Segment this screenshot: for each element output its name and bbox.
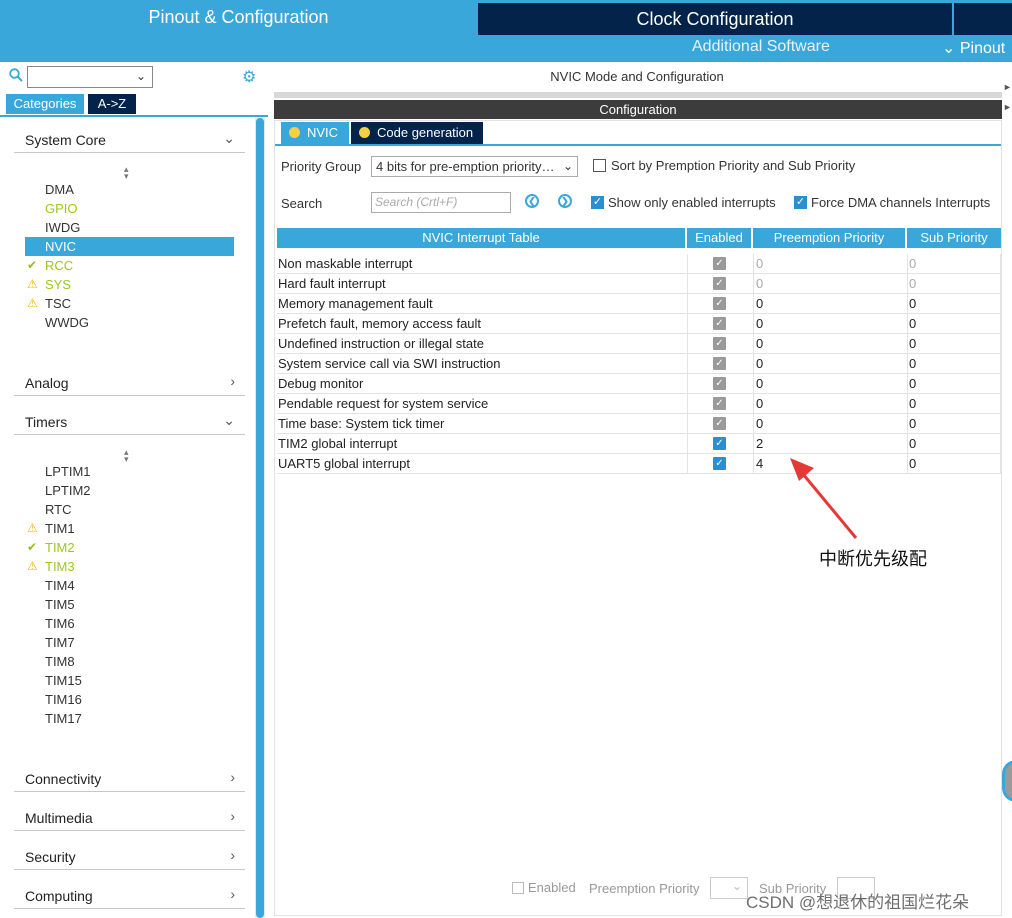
watermark: CSDN @想退休的祖国烂花朵 <box>746 893 970 912</box>
section-connectivity[interactable]: Connectivity › <box>14 768 245 792</box>
tab-more[interactable] <box>954 3 1012 35</box>
sidebar-item-tim6[interactable]: TIM6 <box>25 614 234 633</box>
tab-clock-configuration[interactable]: Clock Configuration <box>478 3 952 35</box>
additional-software-link[interactable]: Additional Software <box>692 38 830 56</box>
bottom-enabled-label: Enabled <box>528 880 576 895</box>
section-computing[interactable]: Computing › <box>14 885 245 909</box>
sort-arrows-icon[interactable]: ▴ ▾ <box>124 165 129 181</box>
item-label: TIM1 <box>45 521 75 536</box>
annotation-text: 中断优先级配 <box>819 549 927 569</box>
chevron-down-icon: ⌄ <box>223 130 235 146</box>
sidebar-item-sys[interactable]: ⚠ SYS <box>25 275 234 294</box>
section-label: System Core <box>25 132 106 148</box>
section-label: Multimedia <box>25 810 93 826</box>
chevron-down-icon: ⌄ <box>942 40 956 57</box>
item-label: RCC <box>45 258 74 273</box>
item-label: TIM2 <box>45 540 75 555</box>
section-label: Security <box>25 849 76 865</box>
chevron-right-icon: › <box>230 886 235 902</box>
sidebar-item-lptim1[interactable]: LPTIM1 <box>25 462 234 481</box>
check-icon: ✔ <box>27 540 38 554</box>
sidebar-item-nvic[interactable]: NVIC <box>25 237 234 256</box>
pinout-menu[interactable]: ⌄ Pinout <box>942 38 1005 58</box>
chevron-down-icon: ⌄ <box>731 879 742 893</box>
item-label: TSC <box>45 296 71 311</box>
sidebar-item-tim8[interactable]: TIM8 <box>25 652 234 671</box>
search-combo[interactable]: ⌄ <box>27 66 153 88</box>
item-label: SYS <box>45 277 72 292</box>
section-label: Timers <box>25 414 68 430</box>
sidebar-item-rtc[interactable]: RTC <box>25 500 234 519</box>
tab-categories[interactable]: Categories <box>6 94 84 114</box>
sidebar-item-tim2[interactable]: ✔ TIM2 <box>25 538 234 557</box>
gear-icon[interactable]: ⚙ <box>242 67 256 87</box>
chevron-right-icon: › <box>230 808 235 824</box>
sidebar-item-tim15[interactable]: TIM15 <box>25 671 234 690</box>
sidebar-item-tim16[interactable]: TIM16 <box>25 690 234 709</box>
sidebar-item-tim1[interactable]: ⚠ TIM1 <box>25 519 234 538</box>
sidebar-item-dma[interactable]: DMA <box>25 180 234 199</box>
sidebar-item-tim7[interactable]: TIM7 <box>25 633 234 652</box>
sidebar-item-tim17[interactable]: TIM17 <box>25 709 234 728</box>
sidebar-item-wwdg[interactable]: WWDG <box>25 313 234 332</box>
sidebar-item-lptim2[interactable]: LPTIM2 <box>25 481 234 500</box>
annotation-arrow-icon <box>790 458 858 539</box>
warning-icon: ⚠ <box>27 521 38 535</box>
chevron-right-icon: › <box>230 847 235 863</box>
chevron-down-icon: ⌄ <box>135 69 146 83</box>
chevron-right-icon: › <box>230 769 235 785</box>
check-icon: ✔ <box>27 258 38 272</box>
sidebar-item-tim3[interactable]: ⚠ TIM3 <box>25 557 234 576</box>
main-panel: NVIC Mode and Configuration Configuratio… <box>268 62 1012 918</box>
section-system-core[interactable]: System Core ⌄ <box>14 129 245 153</box>
scroll-handle[interactable] <box>1002 760 1012 802</box>
scrollbar-thumb[interactable] <box>256 118 264 918</box>
bottom-preemption-label: Preemption Priority <box>589 881 700 896</box>
bottom-enabled-checkbox[interactable] <box>512 882 524 894</box>
sidebar-item-tsc[interactable]: ⚠ TSC <box>25 294 234 313</box>
sidebar-item-gpio[interactable]: GPIO <box>25 199 234 218</box>
chevron-right-icon: › <box>230 373 235 389</box>
warning-icon: ⚠ <box>27 296 38 310</box>
section-label: Connectivity <box>25 771 102 787</box>
divider <box>0 115 268 117</box>
section-label: Analog <box>25 375 69 391</box>
chevron-down-icon: ⌄ <box>223 412 235 428</box>
sidebar-item-tim5[interactable]: TIM5 <box>25 595 234 614</box>
left-panel: ⌄ ⚙ Categories A->Z System Core ⌄ ▴ ▾ DMA… <box>0 62 268 918</box>
top-navigation: Pinout & Configuration Clock Configurati… <box>0 0 1012 62</box>
section-multimedia[interactable]: Multimedia › <box>14 807 245 831</box>
bottom-preemption-select[interactable]: ⌄ <box>710 877 748 899</box>
warning-icon: ⚠ <box>27 559 38 573</box>
sidebar-item-tim4[interactable]: TIM4 <box>25 576 234 595</box>
search-icon[interactable] <box>9 68 23 82</box>
section-security[interactable]: Security › <box>14 846 245 870</box>
tab-pinout-configuration[interactable]: Pinout & Configuration <box>0 0 477 35</box>
warning-icon: ⚠ <box>27 277 38 291</box>
tab-a-z[interactable]: A->Z <box>88 94 136 114</box>
section-analog[interactable]: Analog › <box>14 372 245 396</box>
section-timers[interactable]: Timers ⌄ <box>14 411 245 435</box>
section-label: Computing <box>25 888 93 904</box>
item-label: TIM3 <box>45 559 75 574</box>
sidebar-item-iwdg[interactable]: IWDG <box>25 218 234 237</box>
sort-arrows-icon[interactable]: ▴ ▾ <box>124 448 129 464</box>
sidebar-item-rcc[interactable]: ✔ RCC <box>25 256 234 275</box>
pinout-menu-label: Pinout <box>959 40 1006 57</box>
